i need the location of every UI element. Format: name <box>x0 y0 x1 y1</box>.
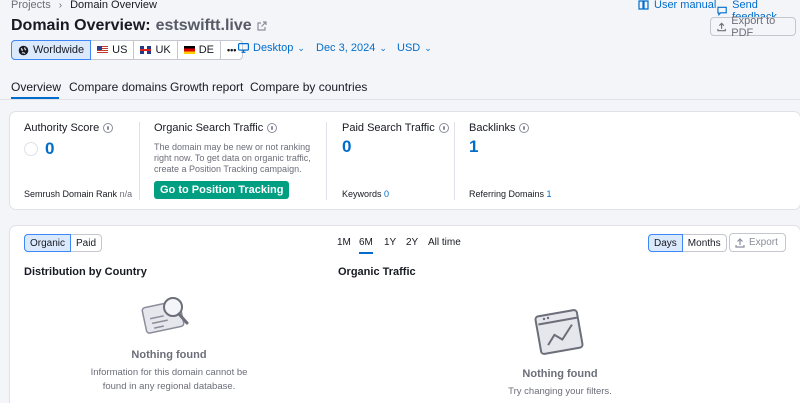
currency-dropdown[interactable]: USD ⌄ <box>397 42 432 54</box>
us-flag-icon <box>97 46 109 54</box>
days-toggle[interactable]: Days <box>648 234 683 252</box>
tab-overview[interactable]: Overview <box>11 80 61 94</box>
breadcrumb: Projects › Domain Overview <box>11 0 157 11</box>
device-dropdown[interactable]: Desktop ⌄ <box>238 42 305 54</box>
period-2y[interactable]: 2Y <box>406 237 418 248</box>
organic-empty-text: Try changing your filters. <box>508 386 612 397</box>
info-icon[interactable] <box>103 123 114 133</box>
authority-score-value[interactable]: 0 <box>45 139 54 159</box>
info-icon[interactable] <box>267 123 278 133</box>
page-title: Domain Overview: estswiftt.live <box>11 17 267 35</box>
paid-traffic-title: Paid Search Traffic <box>342 122 449 134</box>
authority-score-ring <box>24 142 38 156</box>
distribution-title: Distribution by Country <box>24 266 147 278</box>
period-1y[interactable]: 1Y <box>384 237 396 248</box>
date-dropdown[interactable]: Dec 3, 2024 ⌄ <box>316 42 387 54</box>
distribution-empty-title: Nothing found <box>131 349 207 361</box>
metric-divider <box>454 122 455 200</box>
chevron-down-icon: ⌄ <box>297 42 305 53</box>
tab-compare-domains[interactable]: Compare domains <box>69 80 167 94</box>
distribution-empty-line2: found in any regional database. <box>102 381 236 392</box>
paid-keywords: Keywords 0 <box>342 189 390 199</box>
tab-divider <box>0 99 800 100</box>
organic-toggle[interactable]: Organic <box>24 234 72 252</box>
traffic-type-toggle: Organic Paid <box>24 234 103 252</box>
domain-rank: Semrush Domain Rank n/a <box>24 189 133 199</box>
upload-icon <box>735 237 745 248</box>
referring-domains: Referring Domains 1 <box>469 189 552 199</box>
metric-divider <box>326 122 327 200</box>
empty-search-illustration-icon <box>141 297 189 334</box>
authority-score-title: Authority Score <box>24 122 114 134</box>
chevron-down-icon: ⌄ <box>424 42 432 53</box>
globe-icon <box>18 45 29 55</box>
info-icon[interactable] <box>438 123 449 133</box>
external-link-icon[interactable] <box>257 21 267 31</box>
distribution-empty-line1: Information for this domain cannot be <box>90 367 248 378</box>
metric-divider <box>139 122 140 200</box>
db-us[interactable]: US <box>91 41 135 59</box>
export-pdf-button[interactable]: Export to PDF <box>710 15 796 39</box>
paid-toggle[interactable]: Paid <box>71 235 101 251</box>
authority-score-value-row: 0 <box>24 139 54 159</box>
paid-traffic-value[interactable]: 0 <box>342 137 351 157</box>
tab-growth-report[interactable]: Growth report <box>170 80 243 94</box>
organic-empty-title: Nothing found <box>522 368 598 380</box>
referring-domains-value[interactable]: 1 <box>547 189 552 199</box>
book-icon <box>638 0 649 10</box>
organic-traffic-section-title: Organic Traffic <box>338 266 416 278</box>
period-6m[interactable]: 6M <box>359 237 373 248</box>
organic-traffic-note: The domain may be new or not ranking rig… <box>154 142 311 174</box>
active-period-indicator <box>359 252 373 254</box>
info-icon[interactable] <box>519 123 530 133</box>
db-de[interactable]: DE <box>178 41 221 59</box>
domain-name: estswiftt.live <box>155 17 252 34</box>
period-all-time[interactable]: All time <box>428 237 461 248</box>
granularity-toggle: Days Months <box>648 234 727 252</box>
more-icon: ••• <box>227 45 237 55</box>
chevron-right-icon: › <box>58 0 63 11</box>
position-tracking-button[interactable]: Go to Position Tracking <box>154 181 290 199</box>
desktop-icon <box>238 43 249 53</box>
db-uk[interactable]: UK <box>134 41 178 59</box>
export-button[interactable]: Export <box>729 233 786 252</box>
db-worldwide[interactable]: Worldwide <box>11 40 92 60</box>
period-1m[interactable]: 1M <box>337 237 351 248</box>
database-selector: Worldwide US UK DE ••• <box>11 40 244 60</box>
empty-chart-illustration-icon <box>534 309 584 355</box>
user-manual-link[interactable]: User manual <box>638 0 716 11</box>
breadcrumb-projects[interactable]: Projects <box>11 0 51 11</box>
months-toggle[interactable]: Months <box>683 235 726 251</box>
tab-compare-by-countries[interactable]: Compare by countries <box>250 80 367 94</box>
organic-traffic-title: Organic Search Traffic <box>154 122 278 134</box>
chevron-down-icon: ⌄ <box>379 42 387 53</box>
de-flag-icon <box>183 46 195 54</box>
active-tab-indicator <box>11 97 59 99</box>
paid-keywords-value[interactable]: 0 <box>384 189 389 199</box>
backlinks-title: Backlinks <box>469 122 530 134</box>
feedback-icon <box>717 6 727 16</box>
backlinks-value[interactable]: 1 <box>469 137 478 157</box>
upload-icon <box>717 22 726 31</box>
breadcrumb-current: Domain Overview <box>70 0 157 11</box>
uk-flag-icon <box>140 46 152 54</box>
